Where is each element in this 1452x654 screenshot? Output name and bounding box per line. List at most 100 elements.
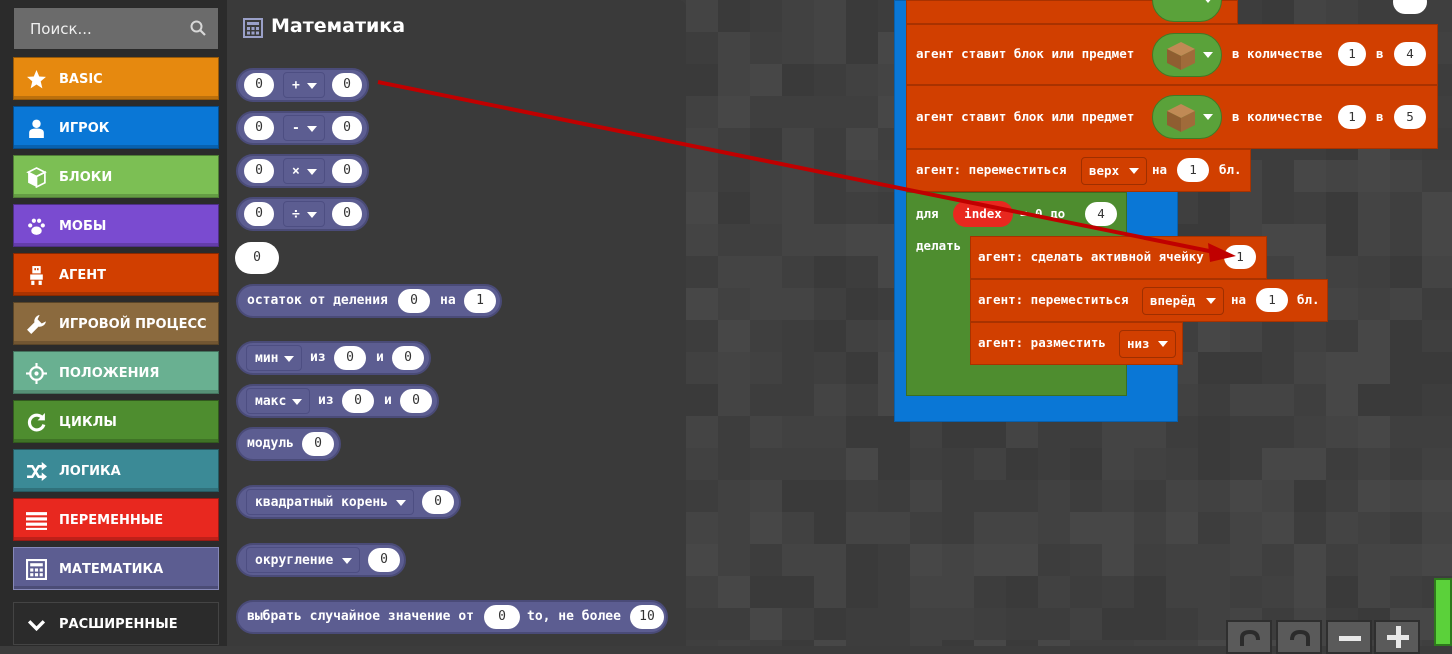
bg-tile	[814, 480, 846, 512]
cube-icon	[26, 167, 47, 189]
bg-tile	[782, 384, 814, 416]
category-agent[interactable]: АГЕНТ	[13, 253, 219, 296]
max-b-pill[interactable]: 0	[400, 389, 432, 413]
category-wrench[interactable]: ИГРОВОЙ ПРОЦЕСС	[13, 302, 219, 345]
bg-tile	[814, 320, 846, 352]
bg-tile	[1422, 416, 1452, 448]
round-pill[interactable]: 0	[368, 548, 400, 572]
random-block[interactable]: выбрать случайное значение от 0 to, не бол…	[236, 600, 668, 634]
category-shuffle[interactable]: ЛОГИКА	[13, 449, 219, 492]
max-block[interactable]: макс из 0 и 0	[236, 384, 439, 418]
zoom-in-button[interactable]	[1374, 620, 1420, 654]
bg-tile	[686, 192, 718, 224]
category-list[interactable]: ПЕРЕМЕННЫЕ	[13, 498, 219, 541]
place-down-direction-dropdown[interactable]: низ	[1119, 330, 1176, 358]
min-block[interactable]: мин из 0 и 0	[236, 341, 431, 375]
arith-operator-dropdown[interactable]: ×	[283, 158, 325, 184]
arith-right-pill[interactable]: 0	[332, 116, 362, 140]
wrench-icon	[26, 314, 47, 335]
category-cube[interactable]: БЛОКИ	[13, 155, 219, 198]
sqrt-block[interactable]: квадратный корень 0	[236, 485, 461, 519]
category-label: МАТЕМАТИКА	[59, 562, 164, 577]
bg-tile	[814, 608, 846, 640]
workspace-scrollbar[interactable]	[1434, 578, 1452, 646]
category-loop[interactable]: ЦИКЛЫ	[13, 400, 219, 443]
remainder-block[interactable]: остаток от деления 0 на 1	[236, 284, 502, 318]
place-down-direction-value: низ	[1127, 336, 1150, 351]
bg-tile	[910, 480, 942, 512]
arith-block-3[interactable]: 0 ÷ 0	[236, 197, 369, 231]
search-input[interactable]	[14, 8, 184, 49]
for-to-pill[interactable]: 4	[1085, 202, 1117, 226]
move-fwd-direction-dropdown[interactable]: вперёд	[1142, 287, 1224, 315]
undo-button[interactable]	[1226, 620, 1272, 654]
category-crosshair[interactable]: ПОЛОЖЕНИЯ	[13, 351, 219, 394]
item-picker-1[interactable]	[1152, 33, 1222, 77]
abs-pill[interactable]: 0	[302, 432, 334, 456]
wood-block-icon	[1167, 42, 1195, 70]
arith-left-pill[interactable]: 0	[244, 73, 274, 97]
set-slot-pill[interactable]: 1	[1224, 245, 1256, 269]
bg-tile	[1358, 512, 1390, 544]
bg-tile	[814, 448, 846, 480]
bg-tile	[1262, 320, 1294, 352]
place1-qty-pill[interactable]: 1	[1338, 42, 1366, 66]
bg-tile	[1422, 352, 1452, 384]
bg-tile	[686, 640, 718, 646]
place2-qty-pill[interactable]: 1	[1338, 105, 1366, 129]
place2-slot-pill[interactable]: 5	[1394, 105, 1426, 129]
zoom-out-button[interactable]	[1326, 620, 1372, 654]
bg-tile	[814, 128, 846, 160]
minus-icon	[1339, 636, 1361, 641]
arith-left-pill[interactable]: 0	[244, 159, 274, 183]
arith-block-2[interactable]: 0 × 0	[236, 154, 369, 188]
move-up-count-pill[interactable]: 1	[1177, 158, 1209, 182]
round-block[interactable]: округление 0	[236, 543, 406, 577]
bg-tile	[750, 448, 782, 480]
redo-button[interactable]	[1276, 620, 1322, 654]
move-up-direction-dropdown[interactable]: верх	[1081, 157, 1147, 185]
arith-right-pill[interactable]: 0	[332, 202, 362, 226]
min-b-pill[interactable]: 0	[392, 346, 424, 370]
arith-operator-dropdown[interactable]: ÷	[283, 201, 325, 227]
number-block[interactable]: 0	[235, 242, 279, 274]
min-operator-dropdown[interactable]: мин	[246, 345, 302, 371]
dropdown-arrow-icon	[307, 83, 317, 89]
arith-right-pill[interactable]: 0	[332, 159, 362, 183]
arith-block-1[interactable]: 0 - 0	[236, 111, 369, 145]
arith-left-pill[interactable]: 0	[244, 202, 274, 226]
arith-operator-dropdown[interactable]: -	[283, 115, 325, 141]
arith-operator-dropdown[interactable]: +	[283, 72, 325, 98]
category-player[interactable]: ИГРОК	[13, 106, 219, 149]
abs-block[interactable]: модуль 0	[236, 427, 341, 461]
sqrt-operator-dropdown[interactable]: квадратный корень	[246, 489, 414, 515]
arith-right-pill[interactable]: 0	[332, 73, 362, 97]
min-a-pill[interactable]: 0	[334, 346, 366, 370]
move-fwd-unit-label: бл.	[1297, 292, 1320, 307]
bg-tile	[1102, 640, 1134, 646]
place1-slot-pill[interactable]: 4	[1394, 42, 1426, 66]
search-icon[interactable]	[190, 20, 206, 40]
item-picker-top[interactable]	[1152, 0, 1222, 22]
remainder-b-pill[interactable]: 1	[464, 289, 496, 313]
index-variable[interactable]: index	[953, 201, 1013, 227]
arith-block-0[interactable]: 0 +0	[236, 68, 369, 102]
category-paw[interactable]: МОБЫ	[13, 204, 219, 247]
bg-tile	[1358, 448, 1390, 480]
max-operator-dropdown[interactable]: макс	[246, 388, 310, 414]
category-star[interactable]: BASIC	[13, 57, 219, 100]
bg-tile	[782, 192, 814, 224]
bg-tile	[1390, 448, 1422, 480]
round-operator-dropdown[interactable]: округление	[246, 547, 360, 573]
remainder-a-pill[interactable]: 0	[398, 289, 430, 313]
category-chevron-down[interactable]: РАСШИРЕННЫЕ	[13, 602, 219, 645]
category-calculator[interactable]: МАТЕМАТИКА	[13, 547, 219, 590]
arith-left-pill[interactable]: 0	[244, 116, 274, 140]
sqrt-pill[interactable]: 0	[422, 490, 454, 514]
max-a-pill[interactable]: 0	[342, 389, 374, 413]
move-fwd-count-pill[interactable]: 1	[1256, 288, 1288, 312]
item-picker-2[interactable]	[1152, 95, 1222, 139]
random-b-pill[interactable]: 10	[630, 605, 664, 629]
bg-tile	[1006, 512, 1038, 544]
random-a-pill[interactable]: 0	[484, 605, 520, 629]
